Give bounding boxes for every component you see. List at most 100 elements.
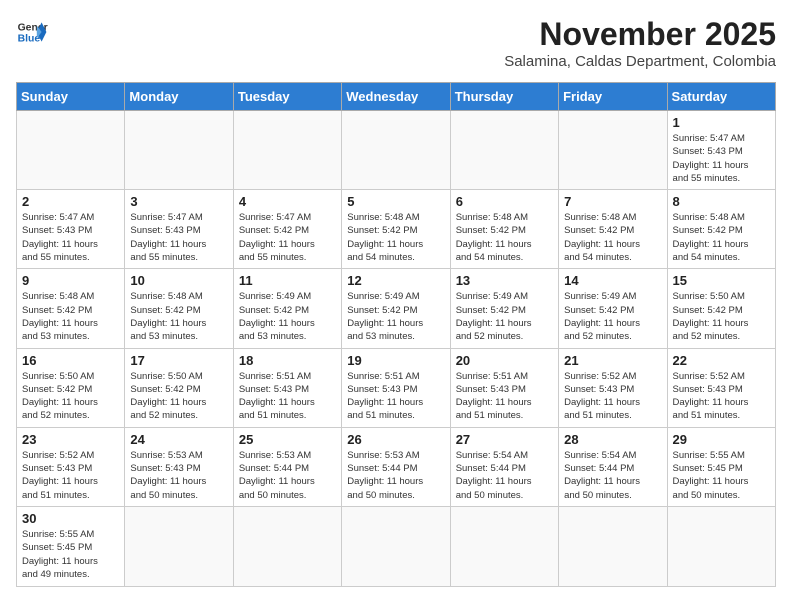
day-info: Sunrise: 5:55 AM Sunset: 5:45 PM Dayligh… [673,449,770,502]
day-number: 19 [347,353,444,368]
weekday-header-wednesday: Wednesday [342,83,450,111]
weekday-header-tuesday: Tuesday [233,83,341,111]
day-number: 9 [22,273,119,288]
calendar-cell [559,506,667,586]
day-number: 28 [564,432,661,447]
calendar-cell: 15 Sunrise: 5:50 AM Sunset: 5:42 PM Dayli… [667,269,775,348]
calendar-cell: 29 Sunrise: 5:55 AM Sunset: 5:45 PM Dayli… [667,427,775,506]
day-info: Sunrise: 5:51 AM Sunset: 5:43 PM Dayligh… [456,370,553,423]
logo: General Blue [16,16,48,48]
calendar-week-row: 9 Sunrise: 5:48 AM Sunset: 5:42 PM Daylig… [17,269,776,348]
day-number: 6 [456,194,553,209]
calendar-cell [233,111,341,190]
day-number: 22 [673,353,770,368]
day-number: 1 [673,115,770,130]
calendar-cell: 23 Sunrise: 5:52 AM Sunset: 5:43 PM Dayli… [17,427,125,506]
day-number: 8 [673,194,770,209]
calendar-cell: 25 Sunrise: 5:53 AM Sunset: 5:44 PM Dayli… [233,427,341,506]
day-number: 18 [239,353,336,368]
day-info: Sunrise: 5:53 AM Sunset: 5:43 PM Dayligh… [130,449,227,502]
calendar-cell: 1 Sunrise: 5:47 AM Sunset: 5:43 PM Daylig… [667,111,775,190]
calendar-cell: 4Sunrise: 5:47 AM Sunset: 5:42 PM Daylig… [233,190,341,269]
calendar-cell: 3Sunrise: 5:47 AM Sunset: 5:43 PM Daylig… [125,190,233,269]
day-info: Sunrise: 5:47 AM Sunset: 5:43 PM Dayligh… [673,132,770,185]
calendar-cell: 26Sunrise: 5:53 AM Sunset: 5:44 PM Dayli… [342,427,450,506]
day-info: Sunrise: 5:53 AM Sunset: 5:44 PM Dayligh… [239,449,336,502]
day-info: Sunrise: 5:48 AM Sunset: 5:42 PM Dayligh… [456,211,553,264]
calendar-cell [342,506,450,586]
weekday-header-friday: Friday [559,83,667,111]
calendar-cell: 20Sunrise: 5:51 AM Sunset: 5:43 PM Dayli… [450,348,558,427]
day-number: 12 [347,273,444,288]
calendar-week-row: 1 Sunrise: 5:47 AM Sunset: 5:43 PM Daylig… [17,111,776,190]
logo-icon: General Blue [16,16,48,48]
calendar-cell: 13Sunrise: 5:49 AM Sunset: 5:42 PM Dayli… [450,269,558,348]
title-area: November 2025 Salamina, Caldas Departmen… [504,16,776,70]
calendar-cell: 6 Sunrise: 5:48 AM Sunset: 5:42 PM Daylig… [450,190,558,269]
calendar-cell: 2 Sunrise: 5:47 AM Sunset: 5:43 PM Daylig… [17,190,125,269]
calendar-cell: 28 Sunrise: 5:54 AM Sunset: 5:44 PM Dayli… [559,427,667,506]
calendar-table: SundayMondayTuesdayWednesdayThursdayFrid… [16,82,776,587]
day-number: 10 [130,273,227,288]
location-title: Salamina, Caldas Department, Colombia [504,53,776,70]
weekday-header-thursday: Thursday [450,83,558,111]
day-info: Sunrise: 5:49 AM Sunset: 5:42 PM Dayligh… [564,290,661,343]
calendar-cell: 14 Sunrise: 5:49 AM Sunset: 5:42 PM Dayli… [559,269,667,348]
day-number: 25 [239,432,336,447]
weekday-header-sunday: Sunday [17,83,125,111]
day-info: Sunrise: 5:55 AM Sunset: 5:45 PM Dayligh… [22,528,119,581]
day-number: 2 [22,194,119,209]
day-info: Sunrise: 5:52 AM Sunset: 5:43 PM Dayligh… [22,449,119,502]
day-number: 14 [564,273,661,288]
day-info: Sunrise: 5:54 AM Sunset: 5:44 PM Dayligh… [564,449,661,502]
month-title: November 2025 [504,16,776,53]
day-info: Sunrise: 5:47 AM Sunset: 5:42 PM Dayligh… [239,211,336,264]
calendar-cell: 27 Sunrise: 5:54 AM Sunset: 5:44 PM Dayli… [450,427,558,506]
day-info: Sunrise: 5:47 AM Sunset: 5:43 PM Dayligh… [22,211,119,264]
day-number: 17 [130,353,227,368]
day-number: 23 [22,432,119,447]
weekday-header-monday: Monday [125,83,233,111]
calendar-week-row: 2 Sunrise: 5:47 AM Sunset: 5:43 PM Daylig… [17,190,776,269]
day-info: Sunrise: 5:48 AM Sunset: 5:42 PM Dayligh… [130,290,227,343]
weekday-header-saturday: Saturday [667,83,775,111]
calendar-week-row: 16 Sunrise: 5:50 AM Sunset: 5:42 PM Dayli… [17,348,776,427]
calendar-cell: 24 Sunrise: 5:53 AM Sunset: 5:43 PM Dayli… [125,427,233,506]
calendar-cell: 8 Sunrise: 5:48 AM Sunset: 5:42 PM Daylig… [667,190,775,269]
day-number: 26 [347,432,444,447]
day-info: Sunrise: 5:50 AM Sunset: 5:42 PM Dayligh… [130,370,227,423]
day-info: Sunrise: 5:49 AM Sunset: 5:42 PM Dayligh… [239,290,336,343]
day-number: 29 [673,432,770,447]
calendar-cell: 18 Sunrise: 5:51 AM Sunset: 5:43 PM Dayli… [233,348,341,427]
calendar-week-row: 30 Sunrise: 5:55 AM Sunset: 5:45 PM Dayli… [17,506,776,586]
day-info: Sunrise: 5:49 AM Sunset: 5:42 PM Dayligh… [456,290,553,343]
day-info: Sunrise: 5:52 AM Sunset: 5:43 PM Dayligh… [673,370,770,423]
calendar-cell: 10 Sunrise: 5:48 AM Sunset: 5:42 PM Dayli… [125,269,233,348]
day-info: Sunrise: 5:54 AM Sunset: 5:44 PM Dayligh… [456,449,553,502]
calendar-cell [559,111,667,190]
calendar-cell: 7Sunrise: 5:48 AM Sunset: 5:42 PM Daylig… [559,190,667,269]
day-number: 24 [130,432,227,447]
calendar-cell: 21Sunrise: 5:52 AM Sunset: 5:43 PM Dayli… [559,348,667,427]
day-info: Sunrise: 5:50 AM Sunset: 5:42 PM Dayligh… [673,290,770,343]
calendar-cell [125,506,233,586]
calendar-cell [17,111,125,190]
day-info: Sunrise: 5:48 AM Sunset: 5:42 PM Dayligh… [22,290,119,343]
day-number: 16 [22,353,119,368]
weekday-header-row: SundayMondayTuesdayWednesdayThursdayFrid… [17,83,776,111]
day-info: Sunrise: 5:52 AM Sunset: 5:43 PM Dayligh… [564,370,661,423]
calendar-cell: 30 Sunrise: 5:55 AM Sunset: 5:45 PM Dayli… [17,506,125,586]
day-info: Sunrise: 5:51 AM Sunset: 5:43 PM Dayligh… [347,370,444,423]
day-number: 27 [456,432,553,447]
calendar-cell [342,111,450,190]
day-info: Sunrise: 5:48 AM Sunset: 5:42 PM Dayligh… [673,211,770,264]
calendar-cell: 12 Sunrise: 5:49 AM Sunset: 5:42 PM Dayli… [342,269,450,348]
calendar-cell: 16Sunrise: 5:50 AM Sunset: 5:42 PM Dayli… [17,348,125,427]
day-info: Sunrise: 5:49 AM Sunset: 5:42 PM Dayligh… [347,290,444,343]
calendar-cell [125,111,233,190]
day-info: Sunrise: 5:51 AM Sunset: 5:43 PM Dayligh… [239,370,336,423]
day-number: 15 [673,273,770,288]
day-info: Sunrise: 5:48 AM Sunset: 5:42 PM Dayligh… [347,211,444,264]
day-number: 30 [22,511,119,526]
day-number: 5 [347,194,444,209]
